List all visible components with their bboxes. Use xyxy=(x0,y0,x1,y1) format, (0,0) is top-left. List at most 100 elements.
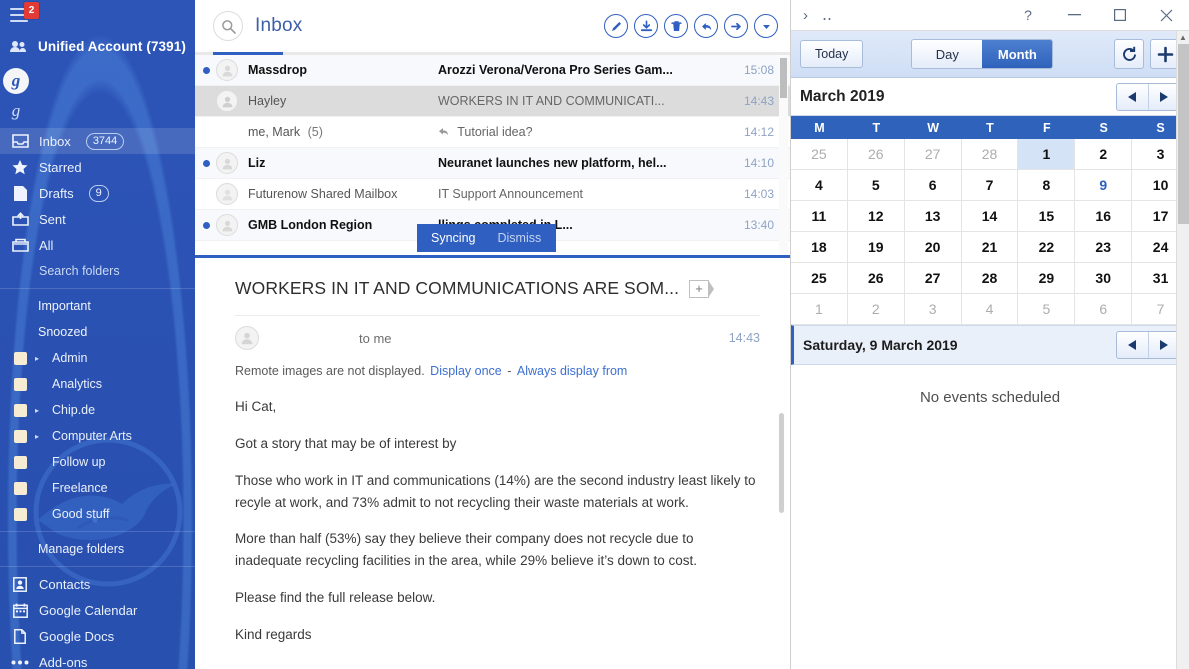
calendar-day-cell[interactable]: 25 xyxy=(791,139,848,170)
scrollbar-thumb[interactable] xyxy=(780,58,787,98)
reading-pane-scrollbar[interactable] xyxy=(779,413,784,513)
calendar-day-cell[interactable]: 28 xyxy=(962,263,1019,294)
maximize-button[interactable] xyxy=(1097,0,1143,31)
calendar-day-cell[interactable]: 23 xyxy=(1075,232,1132,263)
calendar-day-cell[interactable]: 22 xyxy=(1018,232,1075,263)
next-day-button[interactable] xyxy=(1148,332,1179,358)
calendar-day-cell[interactable]: 9 xyxy=(1075,170,1132,201)
calendar-day-cell[interactable]: 14 xyxy=(962,201,1019,232)
sidebar-item-google-docs[interactable]: Google Docs xyxy=(0,623,195,649)
compose-button[interactable] xyxy=(604,14,628,38)
calendar-day-grid[interactable]: 2526272812345678910111213141516171819202… xyxy=(791,139,1189,325)
chevron-right-icon[interactable]: ▸ xyxy=(35,406,44,415)
menu-toggle[interactable]: 2 xyxy=(0,0,195,30)
calendar-day-cell[interactable]: 2 xyxy=(848,294,905,325)
calendar-day-cell[interactable]: 13 xyxy=(905,201,962,232)
sidebar-search-folders[interactable]: Search folders xyxy=(0,258,195,284)
more-button[interactable] xyxy=(754,14,778,38)
table-row[interactable]: Liz Neuranet launches new platform, hel.… xyxy=(195,148,790,179)
scroll-up-arrow-icon[interactable]: ▲ xyxy=(1177,31,1189,44)
prev-month-button[interactable] xyxy=(1117,84,1148,110)
calendar-day-cell[interactable]: 28 xyxy=(962,139,1019,170)
calendar-day-cell[interactable]: 19 xyxy=(848,232,905,263)
search-button[interactable] xyxy=(213,11,243,41)
help-button[interactable]: ? xyxy=(1005,0,1051,31)
sidebar-folder-chipde[interactable]: ▸ Chip.de xyxy=(0,397,195,423)
sidebar-folder-freelance[interactable]: Freelance xyxy=(0,475,195,501)
message-list[interactable]: Massdrop Arozzi Verona/Verona Pro Series… xyxy=(195,55,790,258)
forward-button[interactable] xyxy=(724,14,748,38)
calendar-day-cell[interactable]: 15 xyxy=(1018,201,1075,232)
sidebar-item-snoozed[interactable]: Snoozed xyxy=(0,319,195,345)
today-button[interactable]: Today xyxy=(800,40,863,68)
calendar-day-cell[interactable]: 12 xyxy=(848,201,905,232)
archive-button[interactable] xyxy=(634,14,658,38)
calendar-day-cell[interactable]: 1 xyxy=(791,294,848,325)
minimize-button[interactable] xyxy=(1051,0,1097,31)
google-account-active-icon[interactable]: g xyxy=(3,68,29,94)
calendar-scrollbar[interactable]: ▲ xyxy=(1176,31,1189,669)
display-once-link[interactable]: Display once xyxy=(430,364,502,378)
sidebar-item-drafts[interactable]: Drafts 9 xyxy=(0,180,195,206)
tab-month[interactable]: Month xyxy=(982,40,1052,68)
sidebar-item-starred[interactable]: Starred xyxy=(0,154,195,180)
calendar-day-cell[interactable]: 16 xyxy=(1075,201,1132,232)
calendar-day-cell[interactable]: 26 xyxy=(848,263,905,294)
calendar-day-cell[interactable]: 27 xyxy=(905,263,962,294)
sidebar-item-addons[interactable]: Add-ons xyxy=(0,649,195,669)
calendar-day-cell[interactable]: 2 xyxy=(1075,139,1132,170)
chevron-right-icon[interactable]: › xyxy=(803,7,808,24)
always-display-link[interactable]: Always display from xyxy=(517,364,627,378)
calendar-day-cell[interactable]: 21 xyxy=(962,232,1019,263)
calendar-day-cell[interactable]: 6 xyxy=(905,170,962,201)
sidebar-folder-admin[interactable]: ▸ Admin xyxy=(0,345,195,371)
sidebar-manage-folders[interactable]: Manage folders xyxy=(0,536,195,562)
delete-button[interactable] xyxy=(664,14,688,38)
google-account-secondary-icon[interactable]: g xyxy=(3,98,29,124)
calendar-day-cell[interactable]: 29 xyxy=(1018,263,1075,294)
refresh-button[interactable] xyxy=(1114,39,1144,69)
dismiss-sync-button[interactable]: Dismiss xyxy=(497,231,541,245)
calendar-day-cell[interactable]: 18 xyxy=(791,232,848,263)
calendar-day-cell[interactable]: 4 xyxy=(791,170,848,201)
tab-day[interactable]: Day xyxy=(912,40,982,68)
calendar-day-cell[interactable]: 5 xyxy=(848,170,905,201)
table-row[interactable]: Hayley WORKERS IN IT AND COMMUNICATI... … xyxy=(195,86,790,117)
calendar-day-cell[interactable]: 30 xyxy=(1075,263,1132,294)
sidebar-item-all[interactable]: All xyxy=(0,232,195,258)
sidebar-folder-follow-up[interactable]: Follow up xyxy=(0,449,195,475)
table-row[interactable]: me, Mark (5) Tutorial idea? 14:12 xyxy=(195,117,790,148)
message-list-scrollbar[interactable] xyxy=(779,55,788,258)
sidebar-item-inbox[interactable]: Inbox 3744 xyxy=(0,128,195,154)
expand-header-icon[interactable]: + xyxy=(689,280,709,298)
calendar-day-cell[interactable]: 3 xyxy=(905,294,962,325)
scrollbar-thumb[interactable] xyxy=(1178,44,1189,224)
calendar-day-cell[interactable]: 6 xyxy=(1075,294,1132,325)
calendar-day-cell[interactable]: 1 xyxy=(1018,139,1075,170)
dots-icon[interactable]: ‥ xyxy=(822,6,833,24)
calendar-day-cell[interactable]: 5 xyxy=(1018,294,1075,325)
sidebar-folder-computer-arts[interactable]: ▸ Computer Arts xyxy=(0,423,195,449)
reply-button[interactable] xyxy=(694,14,718,38)
calendar-day-cell[interactable]: 8 xyxy=(1018,170,1075,201)
calendar-day-cell[interactable]: 4 xyxy=(962,294,1019,325)
sidebar-item-contacts[interactable]: Contacts xyxy=(0,571,195,597)
sidebar-item-important[interactable]: Important xyxy=(0,293,195,319)
unified-account-row[interactable]: Unified Account (7391) xyxy=(0,30,195,62)
next-month-button[interactable] xyxy=(1148,84,1179,110)
sidebar-item-google-calendar[interactable]: Google Calendar xyxy=(0,597,195,623)
calendar-day-cell[interactable]: 26 xyxy=(848,139,905,170)
sidebar-folder-analytics[interactable]: Analytics xyxy=(0,371,195,397)
chevron-right-icon[interactable]: ▸ xyxy=(35,354,44,363)
sidebar-item-sent[interactable]: Sent xyxy=(0,206,195,232)
calendar-day-cell[interactable]: 20 xyxy=(905,232,962,263)
table-row[interactable]: Futurenow Shared Mailbox IT Support Anno… xyxy=(195,179,790,210)
calendar-day-cell[interactable]: 27 xyxy=(905,139,962,170)
calendar-day-cell[interactable]: 11 xyxy=(791,201,848,232)
sidebar-folder-good-stuff[interactable]: Good stuff xyxy=(0,501,195,527)
calendar-day-cell[interactable]: 7 xyxy=(962,170,1019,201)
close-button[interactable] xyxy=(1143,0,1189,31)
table-row[interactable]: Massdrop Arozzi Verona/Verona Pro Series… xyxy=(195,55,790,86)
chevron-right-icon[interactable]: ▸ xyxy=(35,432,44,441)
prev-day-button[interactable] xyxy=(1117,332,1148,358)
